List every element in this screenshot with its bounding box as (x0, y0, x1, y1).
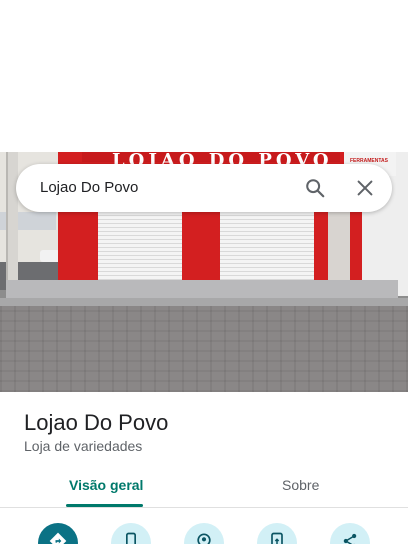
search-input[interactable]: Lojao Do Povo (40, 179, 138, 196)
send-to-phone-icon (271, 532, 283, 544)
share-button[interactable] (330, 523, 370, 544)
place-title: Lojao Do Povo (24, 410, 169, 435)
save-button[interactable] (184, 523, 224, 544)
phone-icon (126, 532, 136, 544)
cobblestone-street (0, 306, 408, 392)
call-button[interactable] (111, 523, 151, 544)
utility-pole (6, 152, 18, 292)
directions-button[interactable] (38, 523, 78, 544)
rolling-shutter (220, 212, 314, 284)
directions-icon (49, 532, 67, 544)
tab-about[interactable]: Sobre (282, 477, 319, 493)
save-place-icon (197, 533, 211, 544)
store-door (328, 212, 350, 290)
top-blank-area (0, 0, 408, 152)
tab-divider (0, 507, 408, 508)
search-icon[interactable] (304, 177, 326, 199)
parked-car (40, 250, 60, 262)
share-icon (343, 533, 357, 544)
search-bar[interactable]: Lojao Do Povo (16, 164, 392, 212)
tab-overview[interactable]: Visão geral (69, 477, 143, 493)
send-to-phone-button[interactable] (257, 523, 297, 544)
rolling-shutter (98, 212, 182, 284)
close-icon[interactable] (354, 177, 376, 199)
place-category: Loja de variedades (24, 438, 143, 454)
